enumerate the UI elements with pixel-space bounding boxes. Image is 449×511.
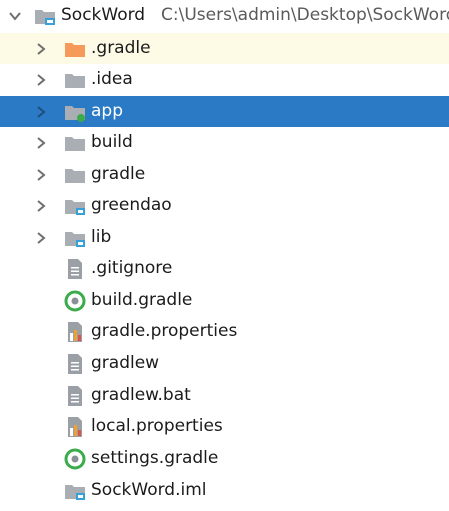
properties-file-icon: [68, 322, 82, 342]
tree-item-label: local.properties: [91, 416, 223, 436]
tree-item-label: gradle.properties: [91, 321, 238, 341]
project-tree: SockWord C:\Users\admin\Desktop\SockWord…: [0, 0, 449, 511]
tree-item-label: greendao: [91, 195, 172, 215]
text-file-icon: [68, 386, 82, 406]
folder-icon: [65, 169, 85, 183]
tree-item-label: .gradle: [91, 38, 151, 58]
tree-item-label: SockWord.iml: [91, 480, 207, 500]
tree-item-build[interactable]: build: [0, 127, 449, 158]
tree-item-label: settings.gradle: [91, 448, 219, 468]
tree-item-label: gradlew: [91, 353, 160, 373]
chevron-right-icon[interactable]: [34, 73, 48, 87]
folder-orange-icon: [65, 43, 85, 57]
package-folder-icon: [65, 200, 85, 215]
chevron-right-icon[interactable]: [34, 168, 48, 182]
chevron-right-icon[interactable]: [34, 231, 48, 245]
tree-item-label: build: [91, 132, 133, 152]
tree-item-settings-gradle[interactable]: settings.gradle: [0, 443, 449, 474]
tree-item-idea[interactable]: .idea: [0, 64, 449, 95]
module-file-icon: [65, 485, 85, 500]
tree-item-gradlew[interactable]: gradlew: [0, 348, 449, 379]
chevron-right-icon[interactable]: [34, 42, 48, 56]
tree-item-local-properties[interactable]: local.properties: [0, 411, 449, 442]
project-folder-icon: [35, 10, 55, 25]
tree-root-sockword[interactable]: SockWord C:\Users\admin\Desktop\SockWord: [0, 0, 449, 31]
project-name: SockWord: [61, 5, 146, 25]
tree-item-app[interactable]: app: [0, 96, 449, 127]
chevron-right-icon[interactable]: [34, 105, 48, 119]
chevron-down-icon[interactable]: [8, 9, 22, 23]
project-path: C:\Users\admin\Desktop\SockWord: [161, 5, 449, 25]
properties-file-icon: [68, 417, 82, 437]
tree-item-dot-gradle[interactable]: .gradle: [0, 33, 449, 64]
text-file-icon: [68, 354, 82, 374]
tree-item-label: .idea: [91, 69, 133, 89]
chevron-right-icon[interactable]: [34, 136, 48, 150]
folder-icon: [65, 74, 85, 88]
tree-item-label: gradle: [91, 164, 146, 184]
chevron-right-icon[interactable]: [34, 199, 48, 213]
tree-item-greendao[interactable]: greendao: [0, 190, 449, 221]
tree-item-gitignore[interactable]: .gitignore: [0, 253, 449, 284]
tree-item-lib[interactable]: lib: [0, 222, 449, 253]
tree-item-sockword-iml[interactable]: SockWord.iml: [0, 475, 449, 506]
tree-item-gradlew-bat[interactable]: gradlew.bat: [0, 380, 449, 411]
text-file-icon: [68, 259, 82, 279]
gradle-file-icon: [64, 290, 86, 312]
tree-item-label: gradlew.bat: [91, 385, 191, 405]
tree-item-gradle[interactable]: gradle: [0, 159, 449, 190]
module-folder-icon: [65, 106, 85, 122]
tree-item-build-gradle[interactable]: build.gradle: [0, 285, 449, 316]
gradle-file-icon: [64, 448, 86, 470]
tree-item-label: lib: [91, 227, 112, 247]
tree-item-gradle-properties[interactable]: gradle.properties: [0, 316, 449, 347]
tree-item-label: build.gradle: [91, 290, 193, 310]
package-folder-icon: [65, 232, 85, 247]
tree-item-label: .gitignore: [91, 258, 173, 278]
tree-item-label: app: [91, 101, 123, 121]
folder-icon: [65, 137, 85, 151]
